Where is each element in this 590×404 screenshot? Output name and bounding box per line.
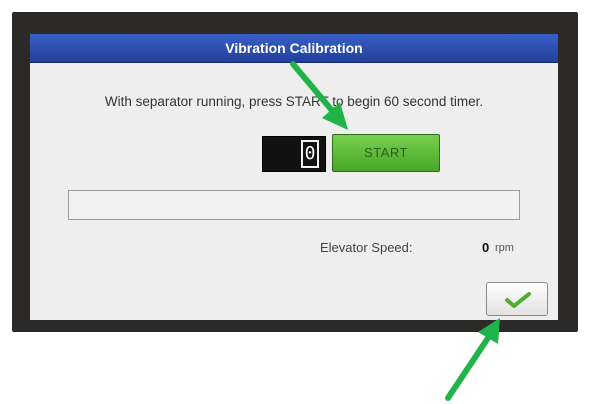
checkmark-icon (505, 292, 531, 308)
timer-display: 0 (262, 136, 326, 172)
elevator-speed-unit: rpm (495, 242, 514, 254)
window-title: Vibration Calibration (225, 40, 363, 56)
calibration-screen: Vibration Calibration With separator run… (30, 34, 558, 320)
title-bar: Vibration Calibration (30, 34, 558, 63)
instruction-text: With separator running, press START to b… (104, 94, 484, 109)
progress-bar (68, 190, 520, 220)
elevator-speed-label: Elevator Speed: (320, 240, 413, 255)
start-button[interactable]: START (332, 134, 440, 172)
timer-digit: 0 (301, 140, 319, 168)
elevator-speed-value: 0 (482, 240, 490, 255)
confirm-button[interactable] (486, 282, 548, 316)
